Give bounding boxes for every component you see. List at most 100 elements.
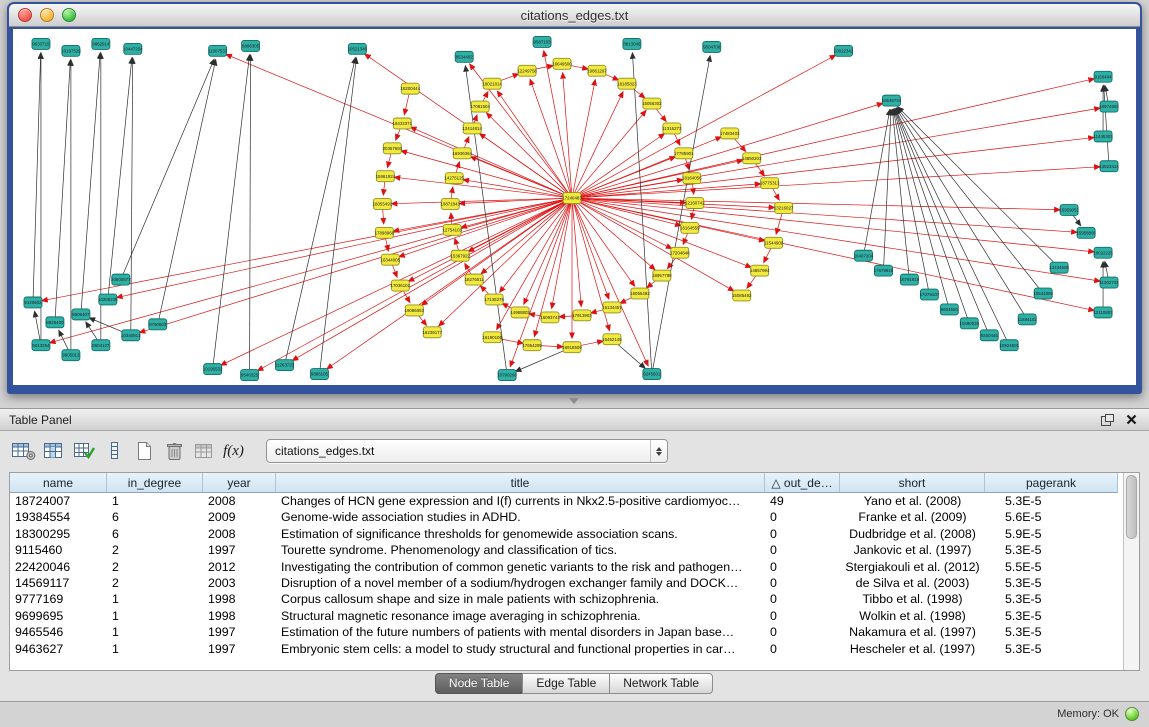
graph-node[interactable]: 16936364 — [452, 148, 472, 159]
table-mode-icon[interactable] — [10, 439, 37, 463]
graph-edge[interactable] — [572, 138, 1093, 199]
tab-node-table[interactable]: Node Table — [435, 673, 524, 694]
table-row[interactable]: 911546021997Tourette syndrome. Phenomeno… — [10, 542, 1123, 558]
graph-node[interactable]: 12414814 — [462, 123, 482, 134]
graph-node[interactable]: 20357693 — [383, 143, 403, 154]
graph-node[interactable]: 11202733 — [1099, 277, 1119, 288]
graph-node[interactable]: 15959051 — [1059, 205, 1079, 216]
graph-edge[interactable] — [572, 79, 1093, 198]
graph-edge[interactable] — [572, 198, 1099, 281]
graph-node[interactable]: 18957788 — [652, 270, 672, 281]
graph-node[interactable]: 16649500 — [552, 58, 572, 69]
graph-node[interactable]: 10924501 — [999, 340, 1019, 351]
graph-node[interactable]: 10790298 — [497, 370, 517, 381]
graph-edge[interactable] — [1104, 87, 1109, 167]
graph-edge[interactable] — [466, 67, 508, 375]
graph-node[interactable]: 9013254 — [32, 340, 50, 351]
graph-node[interactable]: 16055492 — [630, 288, 650, 299]
graph-node[interactable]: 13216027 — [774, 203, 794, 214]
graph-node[interactable]: 16093741 — [540, 312, 560, 323]
graph-node[interactable]: 17135278 — [484, 294, 504, 305]
graph-node[interactable]: 10871843 — [440, 199, 460, 210]
graph-node[interactable]: 9604550 — [940, 304, 958, 315]
graph-node[interactable]: 8534402 — [455, 51, 473, 62]
graph-edge[interactable] — [572, 198, 1059, 210]
graph-node[interactable]: 10022225 — [1093, 247, 1113, 258]
graph-node[interactable]: 18021014 — [482, 78, 502, 89]
graph-edge[interactable] — [572, 93, 623, 198]
graph-node[interactable]: 10197529 — [61, 45, 81, 56]
graph-node[interactable]: 17081504 — [470, 101, 490, 112]
graph-edge[interactable] — [51, 198, 572, 343]
graph-node[interactable]: 12160742 — [685, 198, 705, 209]
graph-node[interactable]: 15958806 — [1076, 227, 1096, 238]
graph-node[interactable]: 18055491 — [373, 199, 393, 210]
table-row[interactable]: 946362711997Embryonic stem cells: a mode… — [10, 641, 1123, 657]
graph-edge[interactable] — [897, 109, 1028, 319]
graph-node[interactable]: 14857994 — [750, 265, 770, 276]
tab-network-table[interactable]: Network Table — [609, 673, 713, 694]
close-panel-icon[interactable] — [1122, 412, 1140, 428]
graph-edge[interactable] — [487, 114, 572, 198]
table-row[interactable]: 977716911998Corpus callosum shape and si… — [10, 591, 1123, 607]
table-row[interactable]: 1456911722003Disruption of a novel membe… — [10, 575, 1123, 591]
graph-edge[interactable] — [81, 54, 100, 315]
table-row[interactable]: 1830029562008Estimation of significance … — [10, 526, 1123, 542]
graph-node[interactable]: 10022342 — [834, 45, 854, 56]
graph-node[interactable]: 9587103 — [533, 36, 551, 47]
graph-node[interactable]: 16239177 — [423, 327, 443, 338]
table-row[interactable]: 969969511998Structural magnetic resonanc… — [10, 608, 1123, 624]
graph-node[interactable]: 8604127 — [92, 340, 110, 351]
import-table-icon[interactable] — [190, 439, 217, 463]
graph-node[interactable]: 11007537 — [208, 45, 228, 56]
graph-edge[interactable] — [572, 198, 1093, 252]
graph-edge[interactable] — [140, 198, 572, 332]
graph-node[interactable]: 10974503 — [1099, 101, 1119, 112]
graph-edge[interactable] — [572, 184, 760, 198]
graph-node[interactable]: 18200444 — [401, 83, 421, 94]
table-row[interactable]: 1872400712008Changes of HCN gene express… — [10, 493, 1123, 509]
graph-edge[interactable] — [572, 104, 882, 199]
graph-node[interactable]: 8813046 — [623, 38, 641, 49]
graph-node[interactable]: 10196532 — [203, 364, 223, 375]
graph-node[interactable]: 9250446 — [980, 330, 998, 341]
graph-edge[interactable] — [572, 198, 609, 298]
graph-edge[interactable] — [895, 110, 989, 335]
graph-node[interactable]: 18276011 — [465, 274, 485, 285]
graph-node[interactable]: 16918509 — [562, 342, 582, 353]
scrollbar-thumb[interactable] — [1126, 475, 1137, 539]
graph-node[interactable]: 14275125 — [444, 173, 464, 184]
edit-table-icon[interactable] — [70, 439, 97, 463]
network-viewport[interactable]: 1724048318021014122497581664950019861297… — [13, 29, 1136, 385]
graph-node[interactable]: 9546325 — [241, 370, 259, 381]
graph-node[interactable]: 17204848 — [670, 247, 690, 258]
float-panel-icon[interactable] — [1098, 412, 1116, 428]
graph-node[interactable]: 17079107 — [920, 289, 940, 300]
graph-node[interactable]: 17913903 — [572, 310, 592, 321]
column-header-year[interactable]: year — [203, 473, 276, 493]
function-builder-icon[interactable]: f(x) — [220, 439, 247, 463]
column-header-pagerank[interactable]: pagerank — [985, 473, 1118, 493]
graph-edge[interactable] — [108, 59, 132, 300]
graph-node[interactable]: 9862914 — [92, 38, 110, 49]
graph-edge[interactable] — [883, 111, 891, 271]
table-row[interactable]: 946554611997Estimation of the future num… — [10, 624, 1123, 640]
column-header-out-de[interactable]: △ out_de… — [765, 473, 840, 493]
graph-edge[interactable] — [572, 81, 595, 199]
graph-node[interactable]: 9888105 — [310, 369, 328, 380]
graph-node[interactable]: 10490030 — [960, 318, 980, 329]
tab-edge-table[interactable]: Edge Table — [522, 673, 610, 694]
graph-node[interactable]: 9504708 — [703, 41, 721, 52]
graph-edge[interactable] — [898, 108, 1059, 268]
graph-node[interactable]: 9506407 — [72, 309, 90, 320]
graph-node[interactable]: 10447254 — [123, 43, 143, 54]
graph-node[interactable]: 16164559 — [680, 222, 700, 233]
graph-node[interactable]: 18775313 — [760, 178, 780, 189]
graph-edge[interactable] — [285, 59, 356, 366]
graph-edge[interactable] — [55, 61, 70, 323]
graph-node[interactable]: 18164056 — [682, 173, 702, 184]
graph-node[interactable]: 10208236 — [98, 294, 118, 305]
graph-node[interactable]: 15134457 — [602, 302, 622, 313]
graph-node[interactable]: 19861297 — [587, 65, 607, 76]
graph-node[interactable]: 16648734 — [882, 95, 902, 106]
